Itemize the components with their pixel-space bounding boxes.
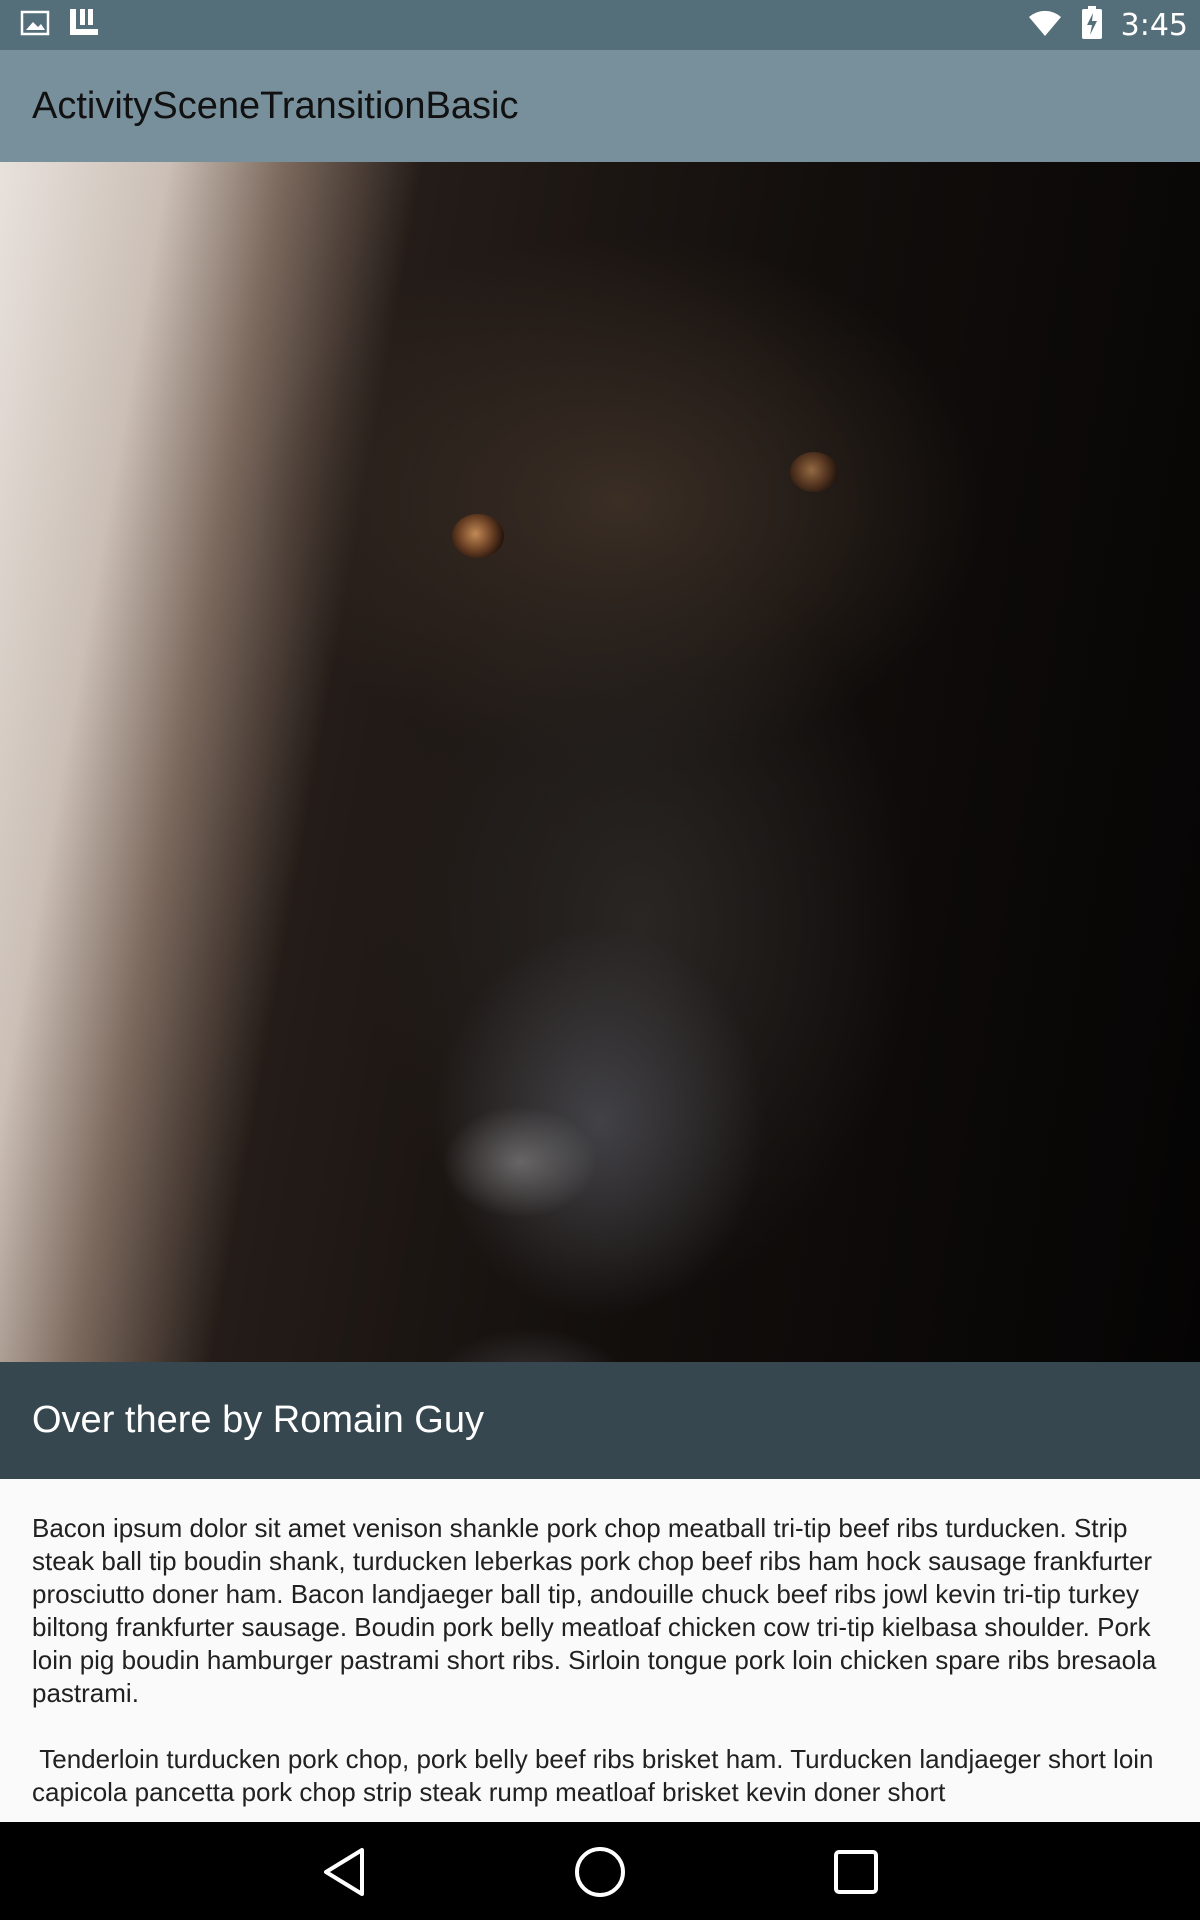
hero-image-eye-right — [790, 452, 838, 492]
recents-button[interactable] — [828, 1844, 884, 1900]
home-icon — [575, 1847, 625, 1897]
body-text: Bacon ipsum dolor sit amet venison shank… — [32, 1512, 1172, 1822]
wifi-icon — [1027, 8, 1063, 43]
status-bar: 3:45 — [0, 0, 1200, 50]
body-paragraph-1: Bacon ipsum dolor sit amet venison shank… — [32, 1513, 1164, 1708]
navigation-bar — [0, 1822, 1200, 1920]
status-left-icons — [20, 7, 100, 44]
status-right-icons: 3:45 — [1027, 5, 1188, 45]
home-button[interactable] — [572, 1844, 628, 1900]
image-caption: Over there by Romain Guy — [32, 1399, 484, 1441]
caption-bar: Over there by Romain Guy — [0, 1362, 1200, 1479]
hero-image-eye-left — [452, 514, 504, 558]
launcher-icon — [68, 7, 100, 44]
back-button[interactable] — [316, 1844, 372, 1900]
body-paragraph-2: Tenderloin turducken pork chop, pork bel… — [32, 1744, 1161, 1807]
hero-image[interactable] — [0, 162, 1200, 1362]
image-icon — [20, 9, 50, 42]
recents-icon — [834, 1850, 878, 1894]
back-icon — [324, 1848, 364, 1896]
app-title: ActivitySceneTransitionBasic — [32, 84, 519, 127]
status-time: 3:45 — [1120, 7, 1188, 43]
battery-charging-icon — [1081, 5, 1103, 45]
app-bar: ActivitySceneTransitionBasic — [0, 50, 1200, 162]
